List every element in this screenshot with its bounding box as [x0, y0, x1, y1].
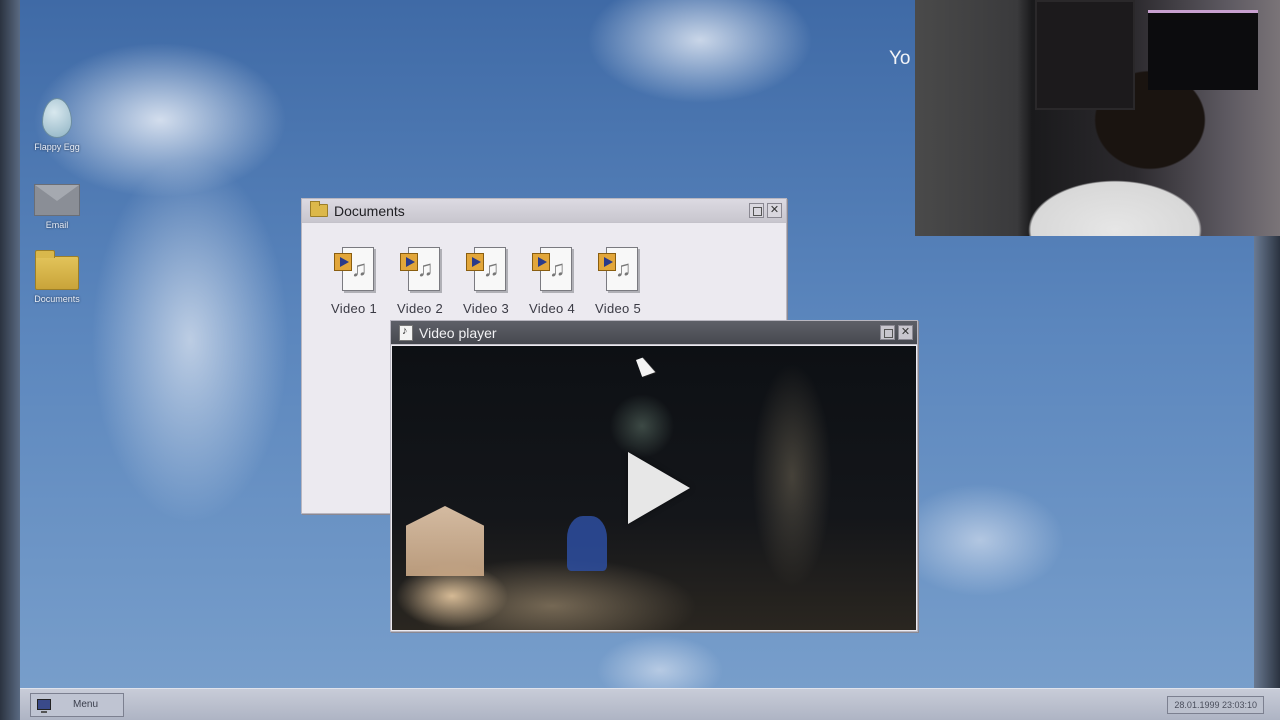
- taskbar-clock: 28.01.1999 23:03:10: [1167, 695, 1264, 714]
- mouse-cursor-icon: [636, 355, 656, 377]
- webcam-background-shelf: [1035, 0, 1135, 110]
- envelope-icon: [34, 184, 80, 216]
- folder-icon: [310, 201, 328, 217]
- media-file-icon: [399, 324, 413, 341]
- documents-titlebar[interactable]: Documents ✕: [302, 199, 786, 223]
- file-label: Video 1: [331, 301, 377, 316]
- menu-label: Menu: [73, 699, 99, 710]
- close-button[interactable]: ✕: [898, 325, 913, 340]
- webcam-background-monitor: [1148, 10, 1258, 90]
- video-player-window[interactable]: Video player ✕: [390, 320, 918, 632]
- taskbar: Menu 28.01.1999 23:03:10: [20, 688, 1280, 720]
- computer-icon: [37, 699, 51, 713]
- desktop-icon-label: Flappy Egg: [34, 142, 80, 152]
- desktop-icon-label: Documents: [34, 294, 80, 304]
- video-file-icon: [532, 245, 572, 291]
- desktop-icon-email[interactable]: Email: [27, 184, 87, 230]
- video-file-icon: [466, 245, 506, 291]
- maximize-button[interactable]: [749, 203, 764, 218]
- webcam-overlay: [915, 0, 1280, 236]
- overlay-text: Yo: [889, 48, 911, 69]
- egg-icon: [42, 98, 72, 138]
- desktop-icon-flappy-egg[interactable]: Flappy Egg: [27, 98, 87, 152]
- window-title: Video player: [419, 324, 497, 341]
- menu-button[interactable]: Menu: [30, 692, 124, 717]
- video-file-icon: [598, 245, 638, 291]
- desktop-icon-label: Email: [45, 220, 69, 230]
- file-video-2[interactable]: Video 2: [394, 245, 446, 316]
- window-title: Documents: [334, 202, 405, 219]
- video-scene-doghouse: [406, 506, 484, 576]
- monitor-bezel-right: [1254, 236, 1280, 720]
- monitor-bezel-left: [0, 0, 20, 720]
- video-frame[interactable]: [392, 346, 916, 630]
- play-icon[interactable]: [628, 452, 690, 524]
- file-list: Video 1 Video 2 Video 3 Video 4 Video 5: [302, 223, 786, 316]
- file-video-3[interactable]: Video 3: [460, 245, 512, 316]
- file-video-1[interactable]: Video 1: [328, 245, 380, 316]
- close-button[interactable]: ✕: [767, 203, 782, 218]
- video-file-icon: [334, 245, 374, 291]
- video-player-titlebar[interactable]: Video player ✕: [391, 321, 917, 345]
- file-video-4[interactable]: Video 4: [526, 245, 578, 316]
- maximize-button[interactable]: [880, 325, 895, 340]
- file-video-5[interactable]: Video 5: [592, 245, 644, 316]
- file-label: Video 5: [595, 301, 641, 316]
- file-label: Video 2: [397, 301, 443, 316]
- folder-icon: [35, 250, 79, 290]
- file-label: Video 3: [463, 301, 509, 316]
- video-file-icon: [400, 245, 440, 291]
- file-label: Video 4: [529, 301, 575, 316]
- desktop-icon-documents[interactable]: Documents: [27, 250, 87, 304]
- video-scene-figure: [567, 516, 607, 571]
